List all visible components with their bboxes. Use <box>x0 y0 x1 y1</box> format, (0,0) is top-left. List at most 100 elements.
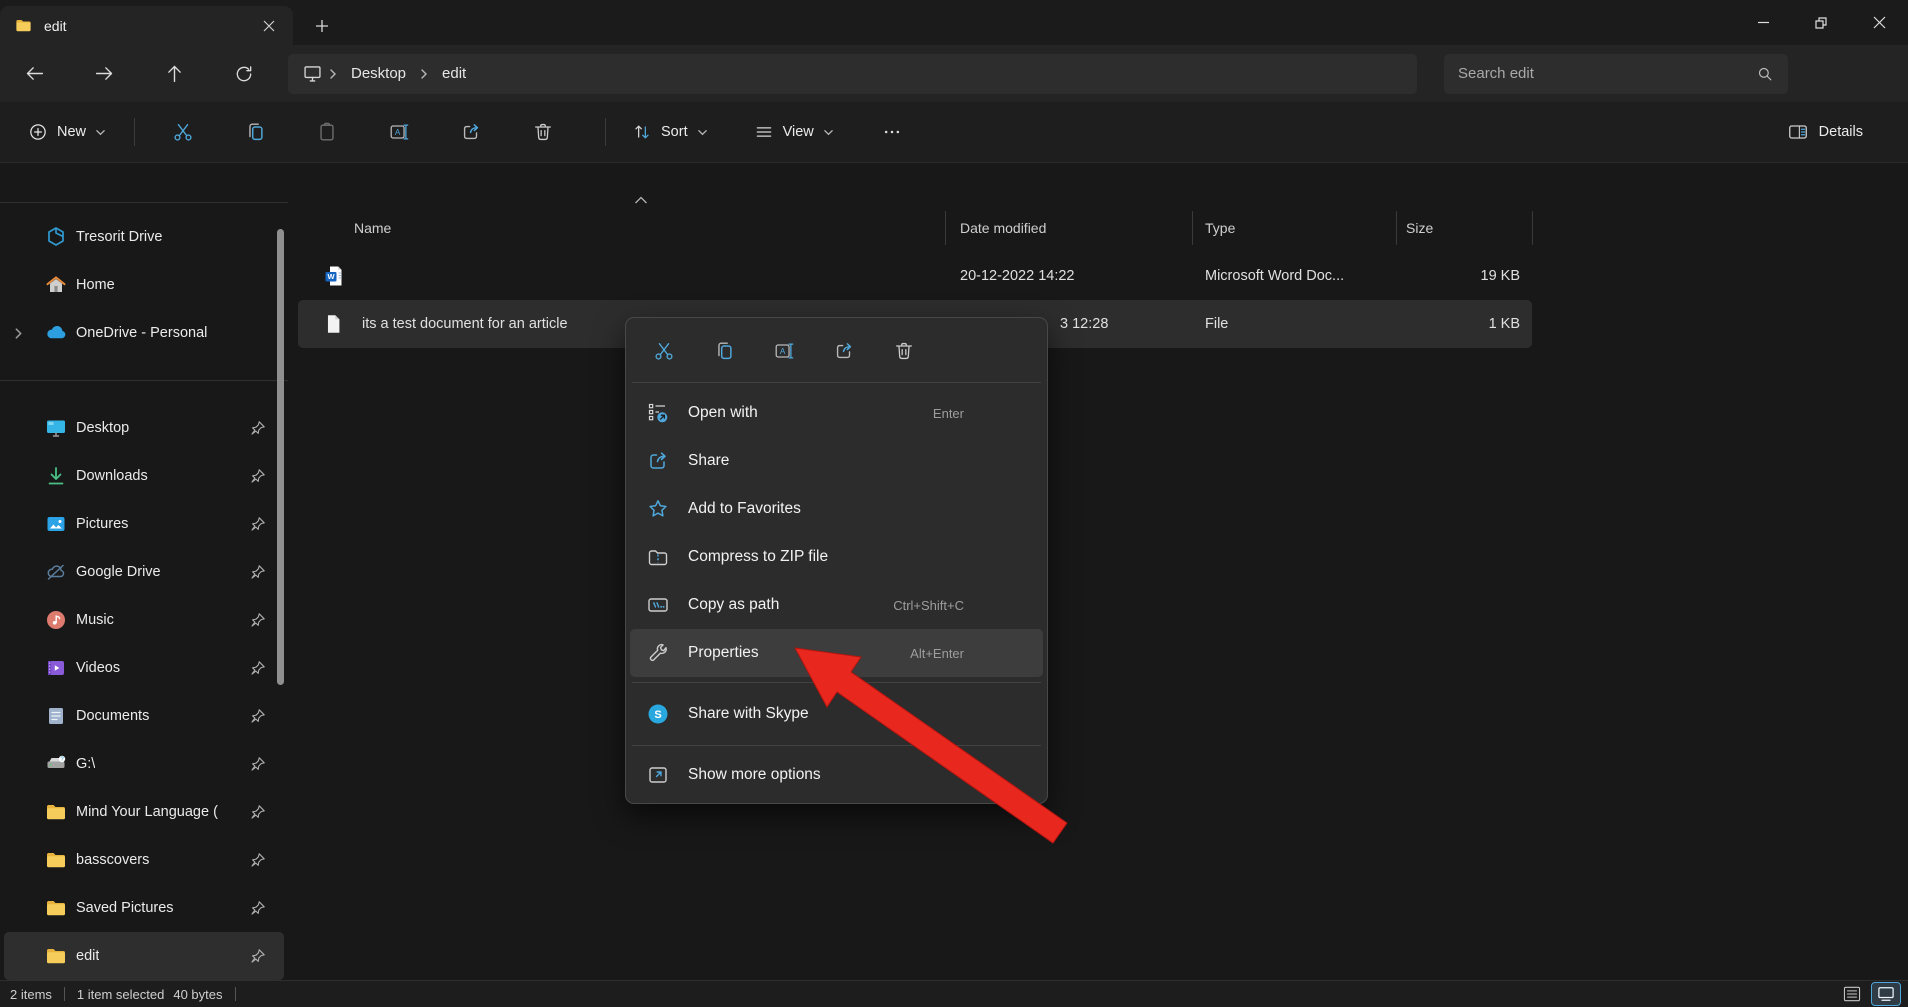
chevron-down-icon <box>95 127 106 138</box>
menu-item-compress-to-zip[interactable]: Compress to ZIP file <box>630 533 1043 581</box>
sidebar-item-label: Saved Pictures <box>76 900 174 916</box>
pin-icon <box>250 516 266 532</box>
maximize-button[interactable] <box>1792 0 1850 45</box>
file-row-word-document[interactable]: W 20-12-2022 14:22 Microsoft Word Doc...… <box>298 252 1532 300</box>
items-count: 2 items <box>10 987 52 1002</box>
large-icons-view-icon[interactable] <box>1872 983 1900 1005</box>
cut-button[interactable] <box>159 111 207 153</box>
sidebar-item-g-drive[interactable]: ? G:\ <box>4 740 284 788</box>
search-input[interactable]: Search edit <box>1444 54 1788 94</box>
paste-button[interactable] <box>303 111 351 153</box>
tab-edit[interactable]: edit <box>0 6 293 45</box>
sidebar-item-google-drive[interactable]: Google Drive <box>4 548 284 596</box>
menu-item-show-more-options[interactable]: Show more options <box>630 751 1043 799</box>
sidebar-item-label: Documents <box>76 708 149 724</box>
menu-item-share[interactable]: Share <box>630 437 1043 485</box>
rename-icon[interactable]: A <box>762 330 806 372</box>
header-date-modified[interactable]: Date modified <box>960 207 1046 249</box>
sort-arrows-icon <box>632 122 652 142</box>
menu-item-add-to-favorites[interactable]: Add to Favorites <box>630 485 1043 533</box>
chevron-right-icon <box>327 68 339 80</box>
sidebar-scrollbar[interactable] <box>277 229 284 685</box>
sidebar-item-downloads[interactable]: Downloads <box>4 452 284 500</box>
sidebar-item-documents[interactable]: Documents <box>4 692 284 740</box>
up-icon[interactable] <box>152 54 196 94</box>
sidebar-item-basscovers[interactable]: basscovers <box>4 836 284 884</box>
pin-icon <box>250 612 266 628</box>
sidebar-item-videos[interactable]: Videos <box>4 644 284 692</box>
expand-chevron-icon[interactable] <box>12 327 26 340</box>
menu-item-label: Open with <box>688 404 933 422</box>
open-with-icon <box>646 401 670 425</box>
titlebar: edit <box>0 0 1908 45</box>
column-divider[interactable] <box>1192 211 1193 245</box>
menu-item-open-with[interactable]: Open with Enter <box>630 389 1043 437</box>
desktop-icon <box>44 416 68 440</box>
sidebar-item-pictures[interactable]: Pictures <box>4 500 284 548</box>
chevron-down-icon <box>697 127 708 138</box>
skype-icon: S <box>646 702 670 726</box>
folder-icon <box>44 944 68 968</box>
breadcrumb-desktop[interactable]: Desktop <box>343 61 414 86</box>
navigation-bar: Desktop edit Search edit <box>0 45 1908 102</box>
column-divider[interactable] <box>1396 211 1397 245</box>
sidebar-item-onedrive[interactable]: OneDrive - Personal <box>4 309 284 357</box>
share-button[interactable] <box>447 111 495 153</box>
share-icon[interactable] <box>822 330 866 372</box>
close-button[interactable] <box>1850 0 1908 45</box>
menu-item-shortcut: Enter <box>933 406 964 421</box>
cut-icon[interactable] <box>642 330 686 372</box>
details-pane-button[interactable]: Details <box>1775 113 1875 151</box>
music-icon <box>44 608 68 632</box>
this-pc-monitor-icon[interactable] <box>302 63 323 84</box>
menu-divider <box>632 682 1041 683</box>
file-size: 19 KB <box>1396 252 1520 300</box>
sidebar-item-mind-your-language[interactable]: Mind Your Language ( <box>4 788 284 836</box>
word-document-icon: W <box>322 252 348 300</box>
delete-icon[interactable] <box>882 330 926 372</box>
menu-item-share-with-skype[interactable]: S Share with Skype <box>630 688 1043 740</box>
file-size: 1 KB <box>1396 300 1520 348</box>
sidebar-item-music[interactable]: Music <box>4 596 284 644</box>
menu-item-copy-as-path[interactable]: Copy as path Ctrl+Shift+C <box>630 581 1043 629</box>
file-date-modified: 20-12-2022 14:22 <box>960 252 1075 300</box>
folder-icon <box>44 800 68 824</box>
column-divider[interactable] <box>1532 211 1533 245</box>
new-tab-icon[interactable] <box>308 12 336 40</box>
menu-item-properties[interactable]: Properties Alt+Enter <box>630 629 1043 677</box>
header-size[interactable]: Size <box>1406 207 1433 249</box>
back-icon[interactable] <box>12 54 56 94</box>
search-icon[interactable] <box>1756 65 1774 83</box>
header-name[interactable]: Name <box>354 207 391 249</box>
tresorit-icon <box>44 225 68 249</box>
view-toggles <box>1838 983 1900 1005</box>
sidebar-item-saved-pictures[interactable]: Saved Pictures <box>4 884 284 932</box>
rename-button[interactable]: A <box>375 111 423 153</box>
minimize-button[interactable] <box>1734 0 1792 45</box>
copy-button[interactable] <box>231 111 279 153</box>
copy-icon[interactable] <box>702 330 746 372</box>
refresh-icon[interactable] <box>222 54 266 94</box>
sidebar-item-label: Desktop <box>76 420 129 436</box>
more-options-icon[interactable] <box>868 111 916 153</box>
sidebar-item-edit[interactable]: edit <box>4 932 284 980</box>
tab-close-icon[interactable] <box>255 12 283 40</box>
sidebar-item-home[interactable]: Home <box>4 261 284 309</box>
sort-button[interactable]: Sort <box>620 114 720 150</box>
downloads-icon <box>44 464 68 488</box>
column-divider[interactable] <box>945 211 946 245</box>
sidebar-item-desktop[interactable]: Desktop <box>4 404 284 452</box>
pin-icon <box>250 948 266 964</box>
details-view-icon[interactable] <box>1838 983 1866 1005</box>
delete-button[interactable] <box>519 111 567 153</box>
header-type[interactable]: Type <box>1205 207 1235 249</box>
statusbar-divider <box>235 987 236 1001</box>
new-button[interactable]: New <box>14 114 120 150</box>
file-date-modified: 3 12:28 <box>1060 300 1108 348</box>
forward-icon[interactable] <box>82 54 126 94</box>
menu-item-label: Add to Favorites <box>688 500 964 518</box>
view-button[interactable]: View <box>742 114 846 150</box>
breadcrumb-edit[interactable]: edit <box>434 61 474 86</box>
menu-item-label: Properties <box>688 644 910 662</box>
sidebar-item-tresorit-drive[interactable]: Tresorit Drive <box>4 213 284 261</box>
